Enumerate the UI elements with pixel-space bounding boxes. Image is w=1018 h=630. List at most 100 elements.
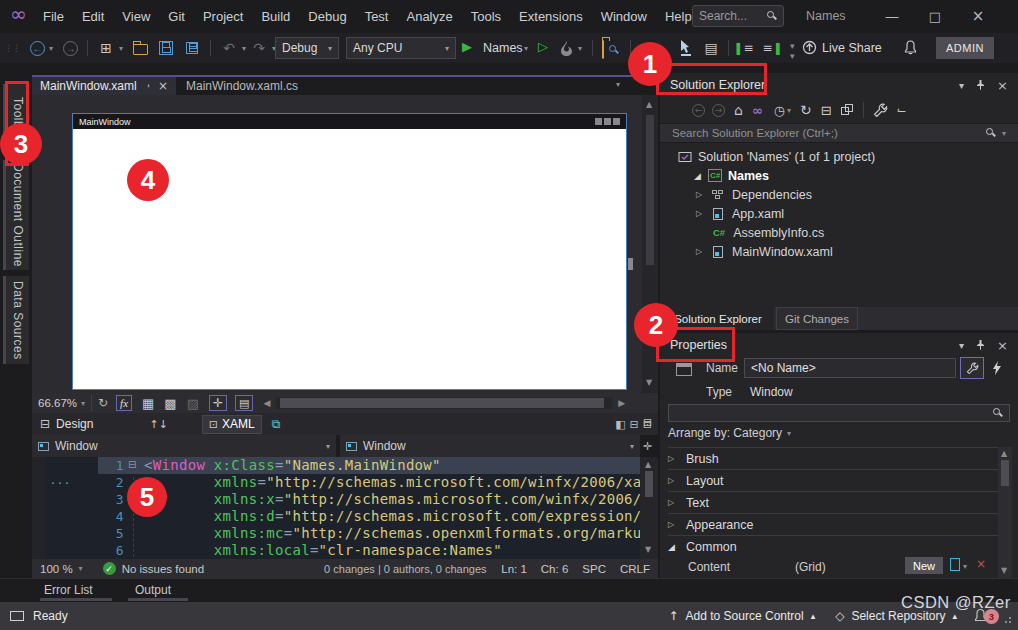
close-panel-icon[interactable]: × bbox=[997, 78, 1008, 93]
designer-window-preview[interactable]: MainWindow bbox=[72, 113, 627, 390]
tree-row-solution[interactable]: Solution 'Names' (1 of 1 project) bbox=[660, 147, 1018, 166]
properties-vscrollbar[interactable]: ▲ ▼ bbox=[998, 447, 1012, 578]
show-all-files-icon[interactable] bbox=[841, 104, 853, 116]
content-dropdown-icon[interactable]: ▾ bbox=[963, 562, 967, 571]
redo-icon[interactable]: ↷ bbox=[250, 39, 268, 57]
hscroll-right-icon[interactable]: ▶ bbox=[618, 398, 625, 408]
hscroll-left-icon[interactable]: ◀ bbox=[263, 398, 270, 408]
menu-test[interactable]: Test bbox=[356, 0, 398, 33]
home-icon[interactable]: ⌂ bbox=[734, 102, 743, 118]
collapsed-icon[interactable]: ▷ bbox=[696, 209, 706, 218]
sidebar-tab-document-outline[interactable]: Document Outline bbox=[3, 160, 29, 270]
category-common[interactable]: ◢Common bbox=[668, 535, 998, 557]
collapse-all-icon[interactable]: ⊟ bbox=[821, 103, 832, 118]
se-forward-icon[interactable]: → bbox=[712, 104, 725, 117]
start-debug-icon[interactable]: ▶ bbox=[462, 39, 472, 54]
tree-row-mainwindow-xaml[interactable]: ▷ MainWindow.xaml bbox=[660, 242, 1018, 261]
tree-row-app-xaml[interactable]: ▷ App.xaml bbox=[660, 204, 1018, 223]
menu-project[interactable]: Project bbox=[194, 0, 252, 33]
menu-window[interactable]: Window bbox=[592, 0, 656, 33]
category-text[interactable]: ▷Text bbox=[668, 491, 998, 513]
pin-icon[interactable] bbox=[147, 81, 150, 91]
search-options-dropdown-icon[interactable]: ▾ bbox=[1002, 129, 1006, 138]
hot-reload-dropdown-icon[interactable]: ▾ bbox=[578, 44, 582, 53]
xaml-code-editor[interactable]: 1 2 3 4 5 6 ⊟ <Window x:Class="Names.Mai… bbox=[32, 457, 640, 559]
new-button[interactable]: New bbox=[905, 557, 943, 574]
column-indicator[interactable]: Ch: 6 bbox=[541, 563, 569, 575]
editor-zoom-value[interactable]: 100 % bbox=[40, 563, 73, 575]
category-brush[interactable]: ▷Brush bbox=[668, 447, 998, 469]
sidebar-tab-data-sources[interactable]: Data Sources bbox=[3, 276, 29, 364]
editor-zoom-dropdown-icon[interactable]: ▾ bbox=[79, 564, 83, 573]
category-appearance[interactable]: ▷Appearance bbox=[668, 513, 998, 535]
maximize-button[interactable]: □ bbox=[915, 0, 955, 33]
switch-views-icon[interactable]: ∞ bbox=[752, 103, 763, 118]
menu-build[interactable]: Build bbox=[252, 0, 299, 33]
eol-indicator[interactable]: CRLF bbox=[620, 563, 650, 575]
properties-mode-wrench-button[interactable] bbox=[960, 357, 984, 379]
design-tab[interactable]: Design bbox=[56, 417, 93, 431]
close-tab-icon[interactable]: × bbox=[158, 79, 168, 93]
menu-debug[interactable]: Debug bbox=[299, 0, 355, 33]
save-icon[interactable] bbox=[157, 39, 175, 57]
menu-file[interactable]: File bbox=[34, 0, 73, 33]
open-in-new-window-icon[interactable]: ⧉ bbox=[272, 417, 281, 431]
menu-tools[interactable]: Tools bbox=[462, 0, 510, 33]
window-position-dropdown-icon[interactable]: ▾ bbox=[959, 340, 964, 351]
start-without-debug-icon[interactable]: ▷ bbox=[538, 39, 548, 54]
pin-icon[interactable] bbox=[976, 340, 985, 350]
designer-hscrollbar[interactable] bbox=[276, 397, 612, 409]
show-annotations-icon[interactable]: ▨ bbox=[187, 396, 199, 411]
close-button[interactable]: × bbox=[958, 0, 998, 33]
vertical-split-icon[interactable]: ◧ bbox=[615, 418, 625, 431]
new-project-dropdown-icon[interactable]: ▾ bbox=[119, 44, 123, 53]
xaml-breadcrumb[interactable]: Window ▾ bbox=[340, 435, 640, 457]
category-layout[interactable]: ▷Layout bbox=[668, 469, 998, 491]
undo-icon[interactable]: ↶ bbox=[220, 39, 238, 57]
name-input[interactable]: <No Name> bbox=[744, 358, 956, 378]
close-panel-icon[interactable]: × bbox=[997, 338, 1008, 353]
properties-wrench-icon[interactable] bbox=[873, 103, 888, 118]
split-editor-icon[interactable]: ⊟ bbox=[643, 416, 652, 429]
format-selection-icon[interactable]: ≡▐ bbox=[762, 39, 780, 57]
feedback-bell-icon[interactable] bbox=[903, 40, 918, 55]
code-vscrollbar[interactable]: ▲ ▼ bbox=[640, 457, 658, 559]
snap-grid-icon[interactable]: ▩ bbox=[164, 396, 176, 411]
collapse-region-icon[interactable]: ⊟ bbox=[128, 459, 137, 471]
preview-selected-icon[interactable]: ⌙ bbox=[897, 103, 907, 117]
se-back-icon[interactable]: ← bbox=[692, 104, 705, 117]
run-target-label[interactable]: Names bbox=[483, 41, 523, 55]
menu-edit[interactable]: Edit bbox=[73, 0, 113, 33]
space-indicator[interactable]: SPC bbox=[582, 563, 606, 575]
minimize-button[interactable]: — bbox=[872, 0, 912, 33]
back-dropdown-icon[interactable]: ▾ bbox=[49, 44, 53, 53]
admin-button[interactable]: ADMIN bbox=[936, 37, 994, 59]
zoom-to-fit-icon[interactable]: ▤ bbox=[235, 395, 253, 411]
designer-breadcrumb[interactable]: Window ▾ bbox=[32, 435, 338, 457]
designer-zoom-dropdown-icon[interactable]: ▾ bbox=[81, 399, 85, 408]
solution-explorer-search-input[interactable]: Search Solution Explorer (Ctrl+;) ▾ bbox=[660, 123, 1018, 143]
arrange-by-control[interactable]: Arrange by: Category▾ bbox=[668, 426, 791, 440]
tab-output[interactable]: Output bbox=[135, 583, 171, 597]
selection-cursor-icon[interactable] bbox=[678, 40, 694, 56]
pin-icon[interactable] bbox=[976, 80, 985, 90]
effects-toggle-icon[interactable]: fx bbox=[116, 395, 132, 411]
platform-combobox[interactable]: Any CPU▾ bbox=[346, 37, 456, 59]
filter-dropdown-icon[interactable]: ▾ bbox=[787, 106, 791, 115]
preview-resize-handle[interactable] bbox=[628, 258, 633, 270]
line-indicator[interactable]: Ln: 1 bbox=[501, 563, 527, 575]
toolbar-overflow-icon[interactable]: ▾▾ bbox=[790, 41, 795, 61]
show-grid-icon[interactable]: ▦ bbox=[142, 396, 154, 411]
new-project-icon[interactable]: ⊞ bbox=[97, 39, 115, 57]
navigate-forward-icon[interactable]: → bbox=[63, 41, 78, 56]
format-document-icon[interactable]: ▌≡ bbox=[736, 39, 754, 57]
delete-content-icon[interactable]: × bbox=[976, 557, 986, 571]
menu-extensions[interactable]: Extensions bbox=[510, 0, 592, 33]
save-all-icon[interactable] bbox=[183, 39, 201, 57]
menu-analyze[interactable]: Analyze bbox=[397, 0, 461, 33]
issues-label[interactable]: No issues found bbox=[122, 563, 204, 575]
open-folder-icon[interactable] bbox=[131, 39, 149, 57]
snap-to-snaplines-icon[interactable]: ✛ bbox=[209, 395, 227, 411]
expanded-icon[interactable]: ◢ bbox=[694, 171, 704, 181]
tree-row-assemblyinfo[interactable]: C# AssemblyInfo.cs bbox=[660, 223, 1018, 242]
